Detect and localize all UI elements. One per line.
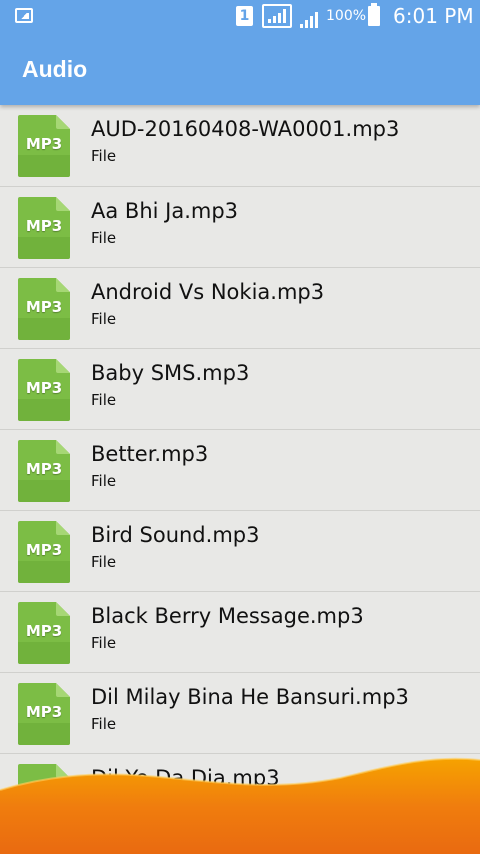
file-type: File — [91, 472, 117, 490]
file-type: File — [91, 310, 117, 328]
mp3-label: MP3 — [25, 298, 63, 316]
mp3-file-icon: MP3 — [18, 115, 70, 177]
signal-icon — [262, 4, 292, 28]
list-item[interactable]: MP3 Aa Bhi Ja.mp3 File — [0, 187, 480, 268]
mp3-file-icon: MP3 — [18, 359, 70, 421]
file-name: Aa Bhi Ja.mp3 — [91, 199, 239, 223]
list-item[interactable]: MP3 Android Vs Nokia.mp3 File — [0, 268, 480, 349]
mp3-file-icon: MP3 — [18, 764, 70, 826]
signal-icon-2 — [300, 12, 318, 28]
file-name: Dil Milay Bina He Bansuri.mp3 — [91, 685, 409, 709]
mp3-label: MP3 — [25, 379, 63, 397]
battery-icon — [368, 3, 380, 26]
file-name: AUD-20160408-WA0001.mp3 — [91, 117, 400, 141]
mp3-label: MP3 — [25, 622, 63, 640]
mp3-label: MP3 — [25, 784, 63, 802]
sim-icon: 1 — [236, 6, 253, 26]
mp3-file-icon: MP3 — [18, 602, 70, 664]
app-bar: 1 100% 6:01 PM Audio — [0, 0, 480, 105]
list-item[interactable]: MP3 Dil Milay Bina He Bansuri.mp3 File — [0, 673, 480, 754]
mp3-file-icon: MP3 — [18, 278, 70, 340]
list-item[interactable]: MP3 Better.mp3 File — [0, 430, 480, 511]
file-type: File — [91, 796, 117, 814]
mp3-label: MP3 — [25, 541, 63, 559]
file-type: File — [91, 715, 117, 733]
list-item[interactable]: MP3 AUD-20160408-WA0001.mp3 File — [0, 105, 480, 187]
list-item[interactable]: MP3 Dil Ye Da Dia.mp3 File — [0, 754, 480, 835]
clock: 6:01 PM — [393, 4, 474, 28]
mp3-file-icon: MP3 — [18, 197, 70, 259]
file-name: Baby SMS.mp3 — [91, 361, 250, 385]
file-type: File — [91, 229, 117, 247]
file-type: File — [91, 391, 117, 409]
file-type: File — [91, 553, 117, 571]
file-name: Dil Ye Da Dia.mp3 — [91, 766, 280, 790]
file-name: Android Vs Nokia.mp3 — [91, 280, 325, 304]
page-title: Audio — [22, 56, 88, 82]
list-item[interactable]: MP3 Black Berry Message.mp3 File — [0, 592, 480, 673]
file-name: Better.mp3 — [91, 442, 209, 466]
file-name: Black Berry Message.mp3 — [91, 604, 364, 628]
list-item[interactable]: MP3 Bird Sound.mp3 File — [0, 511, 480, 592]
list-item[interactable]: MP3 Baby SMS.mp3 File — [0, 349, 480, 430]
mp3-label: MP3 — [25, 217, 63, 235]
file-type: File — [91, 147, 117, 165]
mp3-file-icon: MP3 — [18, 521, 70, 583]
status-bar: 1 100% 6:01 PM — [0, 0, 480, 36]
file-name: Bird Sound.mp3 — [91, 523, 260, 547]
file-type: File — [91, 634, 117, 652]
mp3-label: MP3 — [25, 703, 63, 721]
mp3-label: MP3 — [25, 135, 63, 153]
file-list[interactable]: MP3 AUD-20160408-WA0001.mp3 File MP3 Aa Bhi … — [0, 105, 480, 854]
gallery-notification-icon — [15, 8, 33, 23]
battery-percent: 100% — [326, 8, 367, 24]
mp3-label: MP3 — [25, 460, 63, 478]
mp3-file-icon: MP3 — [18, 440, 70, 502]
mp3-file-icon: MP3 — [18, 683, 70, 745]
